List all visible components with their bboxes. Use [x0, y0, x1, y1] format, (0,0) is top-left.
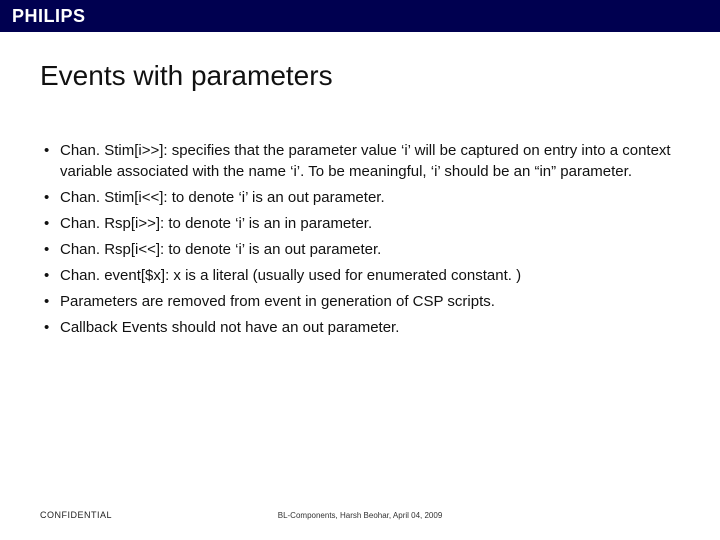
header-bar: PHILIPS	[0, 0, 720, 32]
list-item: Chan. Stim[i<<]: to denote ‘i’ is an out…	[40, 187, 680, 208]
bullet-list: Chan. Stim[i>>]: specifies that the para…	[40, 140, 680, 338]
list-item: Callback Events should not have an out p…	[40, 317, 680, 338]
footer: CONFIDENTIAL BL-Components, Harsh Beohar…	[0, 510, 720, 520]
list-item: Chan. Stim[i>>]: specifies that the para…	[40, 140, 680, 182]
list-item: Chan. Rsp[i>>]: to denote ‘i’ is an in p…	[40, 213, 680, 234]
list-item: Chan. Rsp[i<<]: to denote ‘i’ is an out …	[40, 239, 680, 260]
confidential-label: CONFIDENTIAL	[40, 510, 112, 520]
list-item: Chan. event[$x]: x is a literal (usually…	[40, 265, 680, 286]
brand-logo: PHILIPS	[12, 6, 86, 27]
list-item: Parameters are removed from event in gen…	[40, 291, 680, 312]
page-title: Events with parameters	[40, 60, 680, 92]
slide-body: Events with parameters Chan. Stim[i>>]: …	[0, 32, 720, 338]
footer-meta: BL-Components, Harsh Beohar, April 04, 2…	[278, 511, 443, 520]
